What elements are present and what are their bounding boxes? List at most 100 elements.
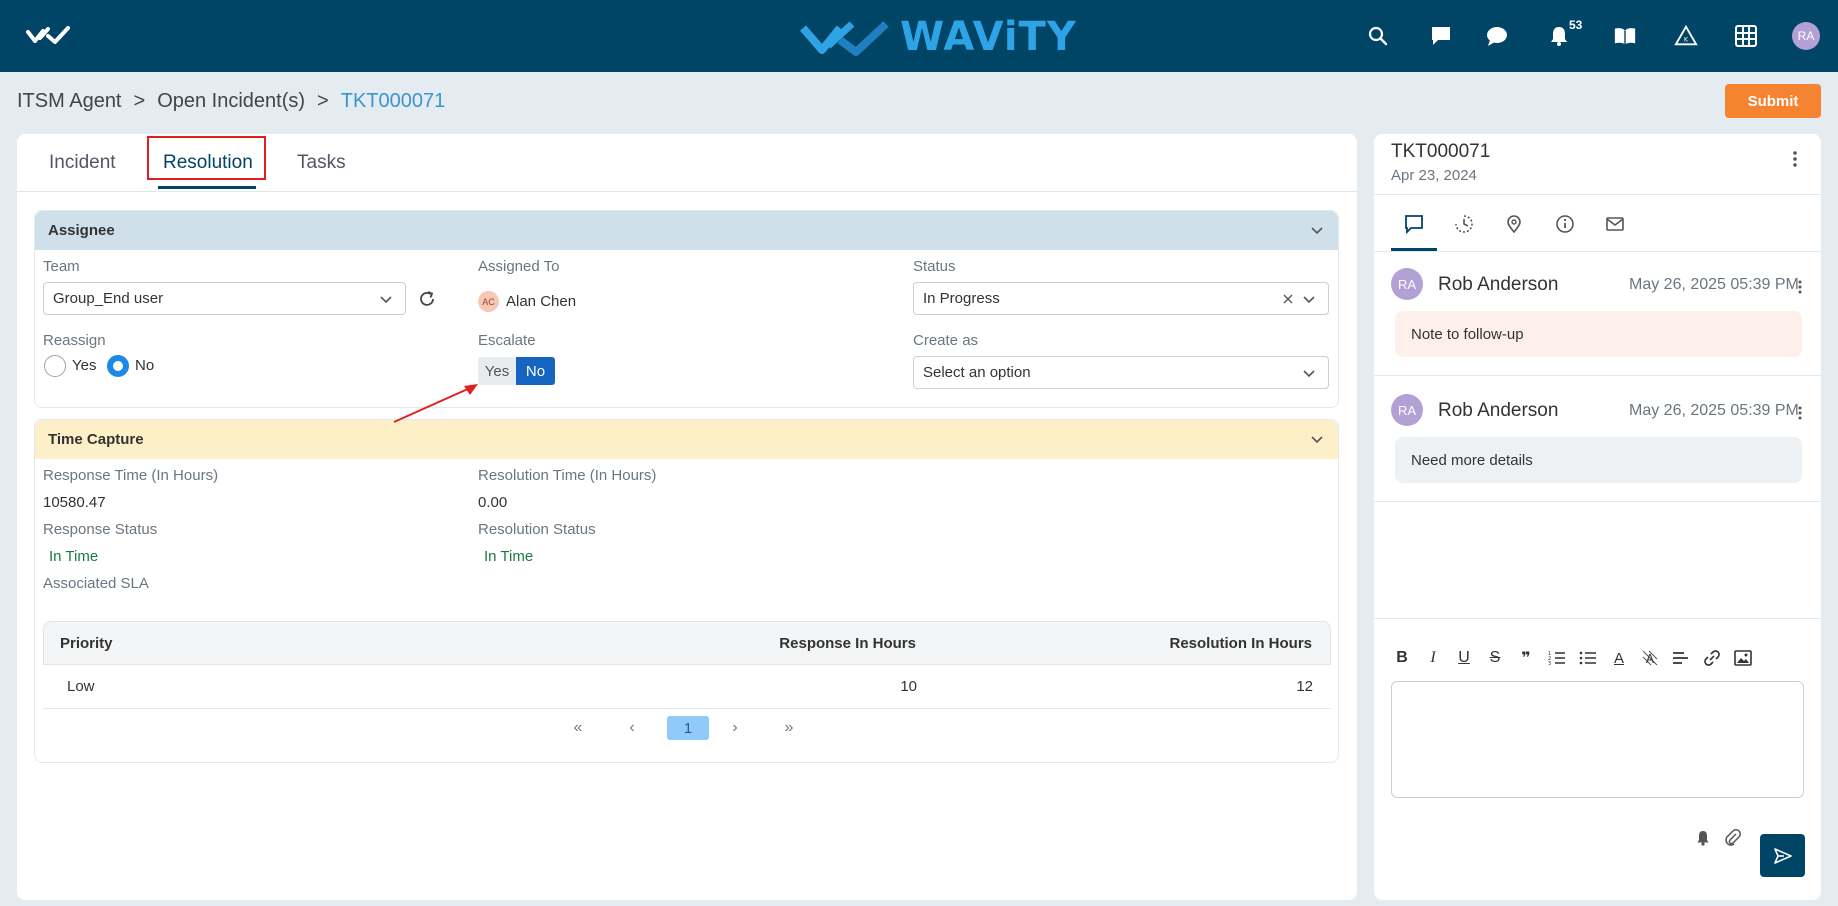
assigned-to-label: Assigned To bbox=[478, 258, 560, 275]
resolution-status-label: Resolution Status bbox=[478, 521, 596, 538]
assigned-to-value: Alan Chen bbox=[506, 293, 577, 310]
tab-incident[interactable]: Incident bbox=[49, 152, 116, 174]
comment-icon[interactable] bbox=[1403, 213, 1425, 235]
team-label: Team bbox=[43, 258, 80, 275]
team-select[interactable]: Group_End user bbox=[43, 282, 406, 315]
page-prev-button[interactable]: ‹ bbox=[622, 716, 642, 740]
top-bar: WAViTY 53 K RA bbox=[0, 0, 1838, 72]
font-color-button[interactable]: A bbox=[1608, 647, 1630, 669]
status-select[interactable]: In Progress bbox=[913, 282, 1329, 315]
mail-icon[interactable] bbox=[1604, 213, 1626, 235]
create-as-label: Create as bbox=[913, 332, 979, 349]
book-icon[interactable] bbox=[1613, 24, 1637, 48]
time-capture-section: Time Capture Response Time (In Hours) 10… bbox=[34, 419, 1339, 763]
image-icon[interactable] bbox=[1732, 647, 1754, 669]
bold-button[interactable]: B bbox=[1391, 647, 1413, 669]
comment-editor-area: B I U S ❞ 123 A A bbox=[1374, 618, 1821, 846]
blockquote-button[interactable]: ❞ bbox=[1515, 647, 1537, 669]
create-as-select[interactable]: Select an option bbox=[913, 356, 1329, 389]
svg-text:K: K bbox=[1684, 36, 1689, 44]
clear-icon[interactable] bbox=[1282, 292, 1294, 309]
escalate-label: Escalate bbox=[478, 332, 536, 349]
submit-button[interactable]: Submit bbox=[1725, 84, 1821, 118]
comment-editor-input[interactable] bbox=[1391, 681, 1804, 798]
response-time-label: Response Time (In Hours) bbox=[43, 467, 219, 484]
attachment-icon[interactable] bbox=[1724, 829, 1742, 847]
pagination: « ‹ 1 › » bbox=[35, 716, 1323, 740]
ordered-list-icon[interactable]: 123 bbox=[1546, 647, 1568, 669]
breadcrumb-item-open-incidents[interactable]: Open Incident(s) bbox=[157, 90, 305, 113]
apps-grid-icon[interactable] bbox=[1734, 24, 1758, 48]
comment-author: Rob Anderson bbox=[1438, 400, 1559, 421]
escalate-no-option[interactable]: No bbox=[516, 357, 555, 385]
resolution-time-value: 0.00 bbox=[478, 494, 508, 511]
annotation-arrow-icon bbox=[393, 384, 478, 423]
location-icon[interactable] bbox=[1503, 213, 1525, 235]
reassign-no-label: No bbox=[135, 357, 155, 374]
history-icon[interactable] bbox=[1453, 213, 1475, 235]
response-status-value: In Time bbox=[49, 548, 99, 565]
sla-response-cell: 10 bbox=[900, 678, 917, 695]
page-first-button[interactable]: « bbox=[568, 716, 588, 740]
send-icon bbox=[1773, 847, 1792, 864]
active-side-tab-indicator bbox=[1391, 248, 1437, 251]
table-row: Low 10 12 bbox=[43, 665, 1331, 709]
bullet-list-icon[interactable] bbox=[1577, 647, 1599, 669]
resolution-time-label: Resolution Time (In Hours) bbox=[478, 467, 657, 484]
tab-tasks[interactable]: Tasks bbox=[297, 152, 346, 174]
sla-priority-cell: Low bbox=[67, 678, 95, 695]
assignee-section: Assignee Team Group_End user Assigned To… bbox=[34, 210, 1339, 408]
comment-time: May 26, 2025 05:39 PM bbox=[1629, 276, 1799, 293]
time-capture-section-header[interactable]: Time Capture bbox=[35, 420, 1338, 459]
reassign-yes-label: Yes bbox=[72, 357, 97, 374]
more-options-icon[interactable] bbox=[1792, 150, 1798, 173]
knowledge-triangle-icon[interactable]: K bbox=[1674, 24, 1698, 48]
column-header-priority[interactable]: Priority bbox=[60, 635, 113, 652]
strikethrough-button[interactable]: S bbox=[1484, 647, 1506, 669]
column-header-resolution[interactable]: Resolution In Hours bbox=[1170, 635, 1313, 652]
app-logo-icon[interactable] bbox=[26, 26, 70, 48]
chevron-down-icon[interactable] bbox=[1310, 432, 1324, 450]
breadcrumb-item-itsm-agent[interactable]: ITSM Agent bbox=[17, 90, 122, 113]
user-avatar[interactable]: RA bbox=[1792, 22, 1820, 50]
page-next-button[interactable]: › bbox=[725, 716, 745, 740]
reassign-label: Reassign bbox=[43, 332, 106, 349]
search-icon[interactable] bbox=[1366, 24, 1390, 48]
breadcrumb-separator: > bbox=[133, 90, 146, 112]
comment-more-icon[interactable] bbox=[1798, 404, 1802, 425]
active-tab-indicator bbox=[158, 186, 256, 189]
comment-body: Note to follow-up bbox=[1395, 311, 1802, 357]
assignee-section-header[interactable]: Assignee bbox=[35, 211, 1338, 250]
bell-icon[interactable] bbox=[1547, 24, 1571, 48]
page-number-button[interactable]: 1 bbox=[667, 716, 709, 740]
comment-item: RA Rob Anderson May 26, 2025 05:39 PM No… bbox=[1374, 268, 1821, 376]
underline-button[interactable]: U bbox=[1453, 647, 1475, 669]
page-last-button[interactable]: » bbox=[779, 716, 799, 740]
sla-table-header: Priority Response In Hours Resolution In… bbox=[43, 621, 1331, 665]
breadcrumb-current: TKT000071 bbox=[340, 90, 446, 112]
tab-bar: Incident Resolution Tasks bbox=[17, 134, 1357, 192]
chevron-down-icon bbox=[1302, 366, 1316, 384]
highlight-color-icon[interactable]: A bbox=[1639, 647, 1661, 669]
sla-resolution-cell: 12 bbox=[1296, 678, 1313, 695]
chevron-down-icon[interactable] bbox=[1310, 223, 1324, 241]
reassign-no-radio[interactable] bbox=[107, 355, 129, 377]
link-icon[interactable] bbox=[1701, 647, 1723, 669]
notify-bell-icon[interactable] bbox=[1694, 829, 1712, 847]
chat-icon[interactable] bbox=[1485, 24, 1509, 48]
create-as-placeholder: Select an option bbox=[923, 364, 1031, 381]
column-header-response[interactable]: Response In Hours bbox=[779, 635, 916, 652]
refresh-icon[interactable] bbox=[418, 290, 436, 312]
comment-author: Rob Anderson bbox=[1438, 274, 1559, 295]
message-icon[interactable] bbox=[1429, 24, 1453, 48]
resolution-status-value: In Time bbox=[484, 548, 534, 565]
align-icon[interactable] bbox=[1670, 647, 1692, 669]
send-button[interactable] bbox=[1760, 834, 1805, 877]
svg-text:A: A bbox=[1646, 652, 1655, 666]
info-icon[interactable] bbox=[1554, 213, 1576, 235]
escalate-toggle[interactable]: Yes No bbox=[478, 357, 555, 385]
reassign-yes-radio[interactable] bbox=[44, 355, 66, 377]
comment-more-icon[interactable] bbox=[1798, 278, 1802, 299]
italic-button[interactable]: I bbox=[1422, 647, 1444, 669]
response-status-label: Response Status bbox=[43, 521, 158, 538]
